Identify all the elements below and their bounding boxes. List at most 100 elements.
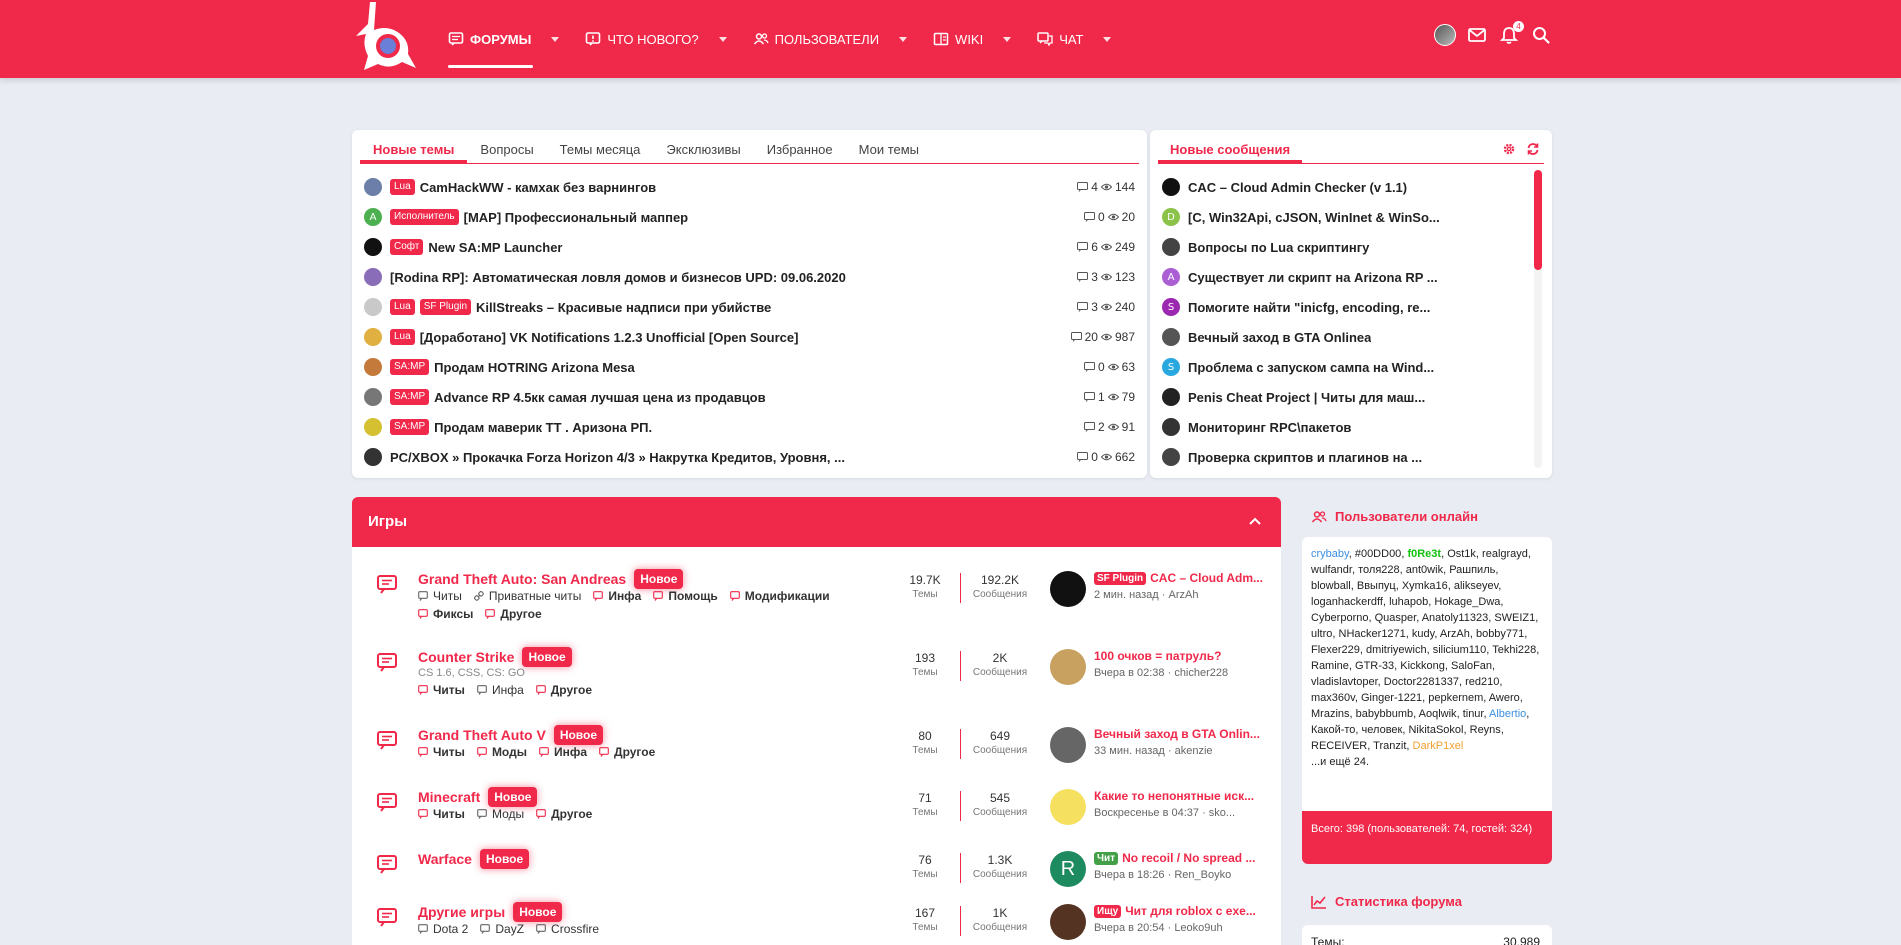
topic-title[interactable]: New SA:MP Launcher (428, 240, 562, 255)
post-row[interactable]: D [C, Win32Api, cJSON, WinInet & WinSo... (1162, 202, 1528, 232)
subforum-link[interactable]: Другое (535, 683, 592, 697)
avatar[interactable] (364, 328, 382, 346)
online-user-link[interactable]: человек (1362, 724, 1403, 736)
online-user-link[interactable]: SWEIZ1 (1494, 612, 1535, 624)
search-icon[interactable] (1530, 24, 1552, 46)
post-title[interactable]: Проблема с запуском сампа на Wind... (1188, 360, 1434, 375)
topic-title[interactable]: [Доработано] VK Notifications 1.2.3 Unof… (420, 330, 799, 345)
tab-favorites[interactable]: Избранное (754, 138, 846, 163)
tab-my-topics[interactable]: Мои темы (846, 138, 932, 163)
post-title[interactable]: Помогите найти "inicfg, encoding, re... (1188, 300, 1430, 315)
post-title[interactable]: Проверка скриптов и плагинов на ... (1188, 450, 1422, 465)
topic-row[interactable]: Lua SF Plugin KillStreaks – Красивые надпи… (364, 292, 1135, 322)
subforum-link[interactable]: DayZ (480, 922, 524, 936)
post-title[interactable]: [C, Win32Api, cJSON, WinInet & WinSo... (1188, 210, 1440, 225)
new-badge[interactable]: Новое (522, 647, 572, 667)
new-badge[interactable]: Новое (513, 902, 563, 922)
node-title[interactable]: Minecraft (418, 789, 480, 805)
topic-row[interactable]: Lua [Доработано] VK Notifications 1.2.3 U… (364, 322, 1135, 352)
tab-questions[interactable]: Вопросы (467, 138, 546, 163)
avatar[interactable] (1162, 328, 1180, 346)
avatar[interactable] (364, 448, 382, 466)
post-title[interactable]: Мониторинг RPC\пакетов (1188, 420, 1351, 435)
online-user-link[interactable]: Tranzit (1373, 740, 1406, 752)
avatar[interactable] (1050, 904, 1086, 940)
online-user-link[interactable]: толя228 (1358, 564, 1400, 576)
avatar[interactable] (364, 238, 382, 256)
post-row[interactable]: S Проблема с запуском сампа на Wind... (1162, 352, 1528, 382)
gear-icon[interactable] (1502, 142, 1516, 159)
bell-icon[interactable]: 4 (1498, 21, 1524, 46)
avatar[interactable]: R (1050, 851, 1086, 887)
chevron-down-icon[interactable] (1003, 36, 1012, 42)
subforum-label[interactable]: Помощь (668, 589, 717, 603)
last-post-title-text[interactable]: Чит для roblox с exe... (1125, 904, 1256, 918)
post-title[interactable]: Вечный заход в GTA Onlinea (1188, 330, 1371, 345)
last-post-title-text[interactable]: Вечный заход в GTA Onlin... (1094, 727, 1260, 741)
online-user-link[interactable]: Hokage_Dwa (1434, 596, 1500, 608)
node-title[interactable]: Warface (418, 851, 472, 867)
avatar[interactable] (1050, 649, 1086, 685)
new-badge[interactable]: Новое (488, 787, 538, 807)
avatar[interactable]: S (1162, 358, 1180, 376)
nav-forums[interactable]: ФОРУМЫ (448, 0, 560, 78)
online-user-link[interactable]: dmitriyewich (1366, 644, 1427, 656)
subforum-label[interactable]: Моды (492, 807, 524, 821)
subforum-link[interactable]: Моды (477, 807, 524, 821)
online-user-link[interactable]: NikitaSokol (1408, 724, 1463, 736)
topic-title[interactable]: Продам маверик TT . Аризона РП. (434, 420, 652, 435)
online-user-link[interactable]: Cyberporno (1311, 612, 1368, 624)
subforum-link[interactable]: Читы (418, 683, 465, 697)
topic-title[interactable]: [MAP] Профессиональный маппер (464, 210, 688, 225)
subforum-label[interactable]: Читы (433, 807, 465, 821)
topic-row[interactable]: Lua CamHackWW - камхак без варнингов 4 144 (364, 172, 1135, 202)
tab-new-posts[interactable]: Новые сообщения (1158, 138, 1303, 163)
avatar[interactable] (1050, 727, 1086, 763)
post-row[interactable]: CAC – Cloud Admin Checker (v 1.1) (1162, 172, 1528, 202)
post-row[interactable]: Penis Cheat Project | Читы для маш... (1162, 382, 1528, 412)
online-user-link[interactable]: Mrazins (1311, 708, 1350, 720)
node-title[interactable]: Counter Strike (418, 649, 514, 665)
subforum-label[interactable]: DayZ (495, 922, 524, 936)
new-badge[interactable]: Новое (479, 849, 530, 869)
chevron-up-icon[interactable] (1247, 514, 1263, 530)
post-row[interactable]: Вопросы по Lua скриптингу (1162, 232, 1528, 262)
last-post-title[interactable]: SF Plugin CAC – Cloud Adm... (1094, 571, 1270, 585)
subforum-label[interactable]: Crossfire (551, 922, 599, 936)
online-user-link[interactable]: loganhackerdff (1311, 596, 1383, 608)
online-user-link[interactable]: max360v (1311, 692, 1355, 704)
refresh-icon[interactable] (1526, 142, 1540, 159)
post-title[interactable]: Penis Cheat Project | Читы для маш... (1188, 390, 1425, 405)
last-post-title-text[interactable]: 100 очков = патруль? (1094, 649, 1221, 663)
tab-topics-of-month[interactable]: Темы месяца (547, 138, 654, 163)
online-user-link[interactable]: GTR-33 (1355, 660, 1394, 672)
tab-exclusives[interactable]: Эксклюзивы (653, 138, 753, 163)
avatar[interactable]: D (1162, 208, 1180, 226)
online-user-link[interactable]: vladislavtoper (1311, 676, 1378, 688)
online-user-link[interactable]: tinur (1463, 708, 1484, 720)
node-title[interactable]: Другие игры (418, 904, 505, 920)
topic-title[interactable]: KillStreaks – Красивые надписи при убийс… (476, 300, 771, 315)
avatar[interactable] (364, 418, 382, 436)
topic-row[interactable]: SA:MP Продам HOTRING Arizona Mesa 0 63 (364, 352, 1135, 382)
site-logo[interactable] (350, 0, 424, 72)
online-user-link[interactable]: bobby771 (1476, 628, 1524, 640)
online-user-link[interactable]: red210 (1465, 676, 1499, 688)
online-user-link[interactable]: Ввыпуц (1357, 580, 1396, 592)
online-user-link[interactable]: Anatoly11323 (1422, 612, 1488, 624)
post-title[interactable]: Вопросы по Lua скриптингу (1188, 240, 1369, 255)
topic-row[interactable]: Софт New SA:MP Launcher 6 249 (364, 232, 1135, 262)
tab-new-topics[interactable]: Новые темы (360, 138, 468, 163)
online-user-link[interactable]: pepkernem (1428, 692, 1483, 704)
online-user-link[interactable]: Albertio (1489, 708, 1526, 720)
subforum-link[interactable]: Dota 2 (418, 922, 468, 936)
avatar[interactable] (364, 298, 382, 316)
avatar[interactable] (1162, 178, 1180, 196)
subforum-label[interactable]: Моды (492, 745, 527, 759)
subforum-label[interactable]: Фиксы (433, 607, 473, 621)
online-user-link[interactable]: f0Re3t (1407, 548, 1441, 560)
user-avatar[interactable] (1434, 24, 1456, 46)
online-user-link[interactable]: DarkP1xel (1413, 740, 1464, 752)
topic-title[interactable]: PC/XBOX » Прокачка Forza Horizon 4/3 » Н… (390, 450, 845, 465)
topic-row[interactable]: SA:MP Advance RP 4.5кк самая лучшая цена … (364, 382, 1135, 412)
